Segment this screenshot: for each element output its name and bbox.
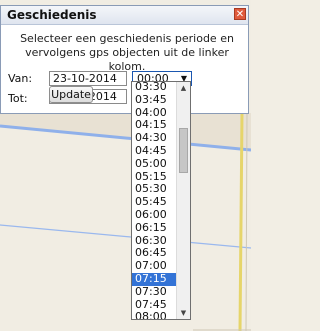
- time-option[interactable]: 06:15: [132, 221, 177, 235]
- dialog-description: Selecteer een geschiedenis periode en ve…: [20, 32, 234, 73]
- time-option[interactable]: 07:15: [132, 272, 177, 286]
- van-date-field[interactable]: 23-10-2014: [49, 71, 127, 86]
- history-dialog: Geschiedenis ✕ Selecteer een geschiedeni…: [0, 5, 249, 114]
- scrollbar-thumb[interactable]: [179, 128, 188, 173]
- time-option[interactable]: 06:00: [132, 208, 177, 222]
- dialog-titlebar[interactable]: Geschiedenis ✕: [1, 6, 248, 25]
- time-option[interactable]: 07:30: [132, 285, 177, 299]
- time-options: 03:30 03:45 04:00 04:15 04:30 04:45 05:00 05:15…: [132, 82, 177, 319]
- time-option[interactable]: 03:45: [132, 93, 177, 107]
- scroll-down-icon[interactable]: ▼: [177, 307, 190, 319]
- time-option[interactable]: 04:45: [132, 144, 177, 158]
- scroll-up-icon[interactable]: ▲: [177, 82, 190, 94]
- van-label: Van:: [8, 72, 33, 85]
- time-option[interactable]: 05:00: [132, 157, 177, 171]
- time-option[interactable]: 03:30: [132, 82, 177, 94]
- dialog-title: Geschiedenis: [7, 8, 97, 22]
- tot-label: Tot:: [8, 92, 28, 105]
- close-icon[interactable]: ✕: [234, 8, 246, 20]
- map-road-yellow: [238, 112, 244, 331]
- update-button[interactable]: Update: [49, 86, 93, 103]
- dropdown-scrollbar[interactable]: ▲ ▼: [176, 82, 190, 319]
- time-option[interactable]: 08:00: [132, 311, 177, 319]
- time-dropdown-list[interactable]: 03:30 03:45 04:00 04:15 04:30 04:45 05:00 05:15…: [131, 81, 191, 320]
